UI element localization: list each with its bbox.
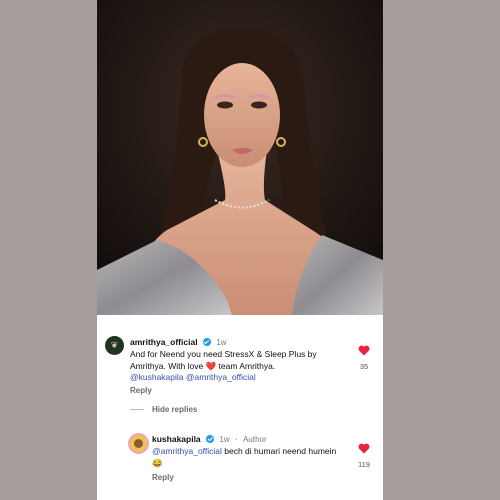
mention-link[interactable]: @amrithya_official [186,372,256,382]
comment-time: 1w [219,435,230,444]
comment-text: @amrithya_official bech di humari neend … [152,446,337,468]
author-label: Author [243,435,267,444]
profile-photo-icon [134,439,143,448]
thread-line [130,409,144,411]
hide-replies-button[interactable]: Hide replies [130,405,197,414]
laughing-emoji: 😂 [152,457,163,468]
post-card: ❦ amrithya_official 1w And for Neend you… [97,0,383,500]
verified-badge-icon [206,435,215,443]
reply-button[interactable]: Reply [152,473,174,482]
like-count: 35 [359,362,369,371]
brand-logo-icon: ❦ [110,340,119,350]
post-photo [97,0,383,315]
comment-text: And for Neend you need StressX & Sleep P… [130,349,317,382]
like-heart-icon[interactable] [358,443,370,454]
comment-username[interactable]: kushakapila [152,434,201,444]
verified-badge-icon [202,338,211,346]
red-heart-emoji: ❤️ [205,360,217,371]
mention-link[interactable]: @kushakapila [130,372,184,382]
avatar[interactable]: ❦ [105,336,124,355]
comment-username[interactable]: amrithya_official [130,337,198,347]
mention-link[interactable]: @amrithya_official [152,446,222,456]
reply-button[interactable]: Reply [130,386,152,395]
avatar[interactable] [128,433,149,454]
comment-time: 1w [216,338,227,347]
like-count: 119 [358,460,370,469]
like-heart-icon[interactable] [358,345,370,356]
